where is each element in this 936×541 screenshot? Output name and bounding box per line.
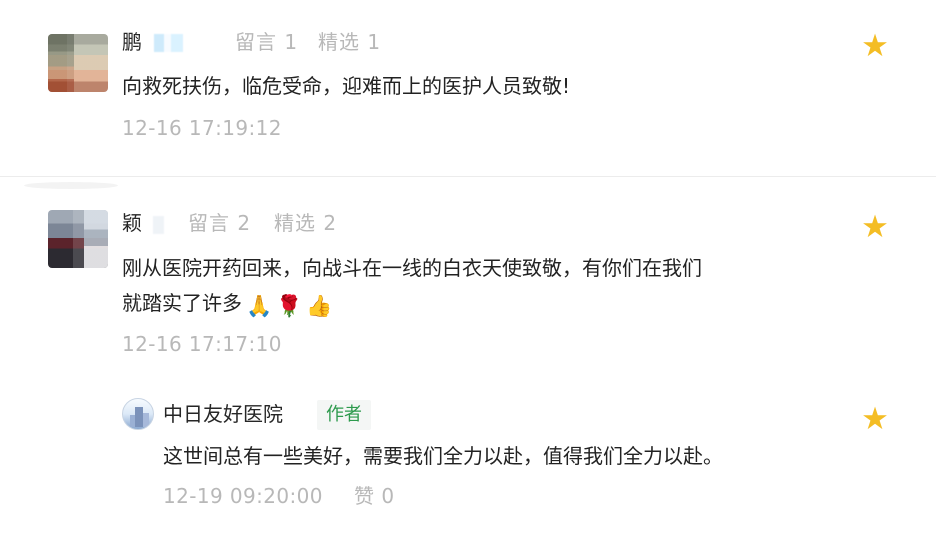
comment-time: 12-16 17:17:10 [122,332,282,356]
avatar[interactable] [122,398,154,430]
name-redaction [145,34,195,52]
reply-name: 中日友好医院 [163,402,283,426]
name-redaction [146,216,164,234]
star-icon[interactable]: ★ [860,404,890,435]
hospital-building-icon [130,407,149,427]
comment-content-line-2: 就踏实了许多 🙏 🌹 👍 [122,287,332,322]
rose-icon: 🌹 [276,294,303,318]
featured-count: 精选 2 [274,211,338,235]
comment-content: 向救死扶伤，临危受命，迎难而上的医护人员致敬! [122,74,571,98]
commenter-name: 鹏 [122,30,142,54]
avatar[interactable] [48,34,108,92]
comment-content-line-1: 刚从医院开药回来，向战斗在一线的白衣天使致敬，有你们在我们 [122,256,702,280]
author-badge: 作者 [317,400,371,430]
comment-divider [0,176,936,177]
thumbs-up-icon: 👍 [306,294,333,318]
comment-content-text: 就踏实了许多 [122,291,242,315]
star-icon[interactable]: ★ [860,31,890,62]
divider-shadow [24,182,118,189]
message-count: 留言 1 [235,30,299,54]
comment-time: 12-16 17:19:12 [122,116,282,140]
commenter-name: 颖 [122,211,142,235]
featured-count: 精选 1 [318,30,382,54]
message-count: 留言 2 [188,211,252,235]
reply-time: 12-19 09:20:00 [163,484,323,508]
like-count[interactable]: 赞 0 [354,484,395,508]
reply-content: 这世间总有一些美好，需要我们全力以赴，值得我们全力以赴。 [163,444,723,468]
praying-hands-icon: 🙏 [246,294,273,318]
avatar[interactable] [48,210,108,268]
star-icon[interactable]: ★ [860,212,890,243]
